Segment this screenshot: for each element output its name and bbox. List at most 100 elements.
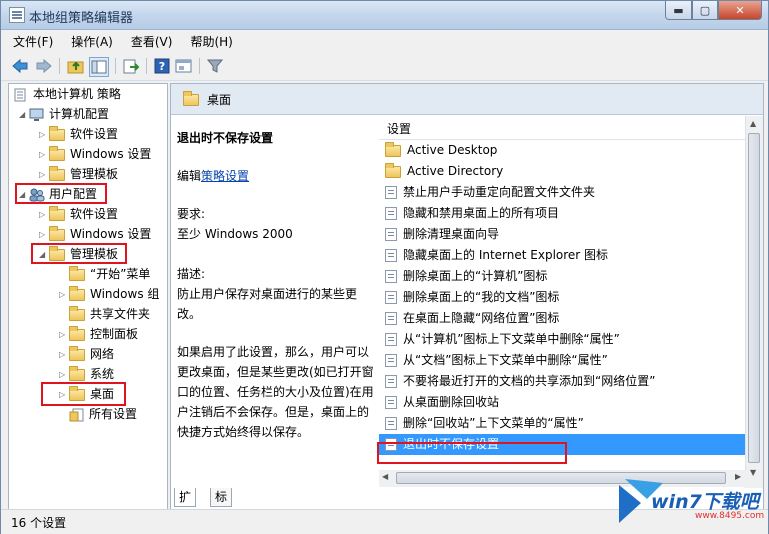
list-setting-item[interactable]: 禁止用户手动重定向配置文件文件夹 [379,182,745,203]
show-hide-tree-icon[interactable] [89,57,109,77]
list-setting-item[interactable]: 删除“回收站”上下文菜单的“属性” [379,413,745,434]
details-header: 桌面 [171,84,763,115]
list-setting-item[interactable]: 删除桌面上的“我的文档”图标 [379,287,745,308]
tree-system[interactable]: ▷ 系统 [59,364,114,384]
folder-icon [69,265,85,281]
column-header-settings[interactable]: 设置 [379,116,745,140]
tab-standard[interactable]: 标准 [210,488,233,522]
list-setting-item[interactable]: 在桌面上隐藏“网络位置”图标 [379,308,745,329]
tree-label: Windows 设置 [70,227,152,241]
tree-windows-components[interactable]: ▷ Windows 组 [59,284,159,304]
folder-icon [69,285,85,301]
properties-icon[interactable] [175,57,193,75]
list-setting-item[interactable]: 从“文档”图标上下文菜单中删除“属性” [379,350,745,371]
list-setting-item[interactable]: 隐藏桌面上的 Internet Explorer 图标 [379,245,745,266]
tree-network[interactable]: ▷ 网络 [59,344,114,364]
minimize-button[interactable]: ▬ [665,1,692,20]
list-item-label: 禁止用户手动重定向配置文件文件夹 [403,185,596,199]
tree-control-panel[interactable]: ▷ 控制面板 [59,324,138,344]
tree-uc-software[interactable]: ▷ 软件设置 [39,204,118,224]
menu-action[interactable]: 操作(A) [59,30,119,50]
svg-text:?: ? [159,60,165,73]
tab-extended[interactable]: 扩展 [174,488,197,522]
details-header-title: 桌面 [207,93,232,107]
list-item-label: 隐藏桌面上的 Internet Explorer 图标 [403,248,609,262]
expanded-arrow-icon[interactable]: ◢ [19,105,29,125]
policy-setting-icon [385,291,397,304]
collapsed-arrow-icon[interactable]: ▷ [59,285,69,305]
window: 本地组策略编辑器 ▬ ▢ ✕ 文件(F)操作(A)查看(V)帮助(H) ? [0,0,769,534]
status-text: 16 个设置 [11,516,67,530]
filter-icon[interactable] [206,57,224,75]
up-folder-icon[interactable] [67,57,85,75]
tree-cc-windows[interactable]: ▷ Windows 设置 [39,144,151,164]
policy-setting-icon [385,249,397,262]
back-arrow-icon[interactable] [11,57,29,75]
menu-file[interactable]: 文件(F) [1,30,59,50]
forward-arrow-icon[interactable] [35,57,53,75]
tree-all-settings[interactable]: 所有设置 [69,404,137,424]
vertical-scrollbar[interactable]: ▲ ▼ [745,116,763,488]
policy-setting-icon [385,396,397,409]
collapsed-arrow-icon[interactable]: ▷ [39,145,49,165]
tree-cc-admin[interactable]: ▷ 管理模板 [39,164,118,184]
policy-doc-icon [14,88,26,101]
edit-line: 编辑策略设置 [177,166,375,186]
list-setting-item[interactable]: 从桌面删除回收站 [379,392,745,413]
title-bar[interactable]: 本地组策略编辑器 ▬ ▢ ✕ [1,1,768,30]
collapsed-arrow-icon[interactable]: ▷ [39,165,49,185]
folder-icon [49,225,65,241]
list-setting-item[interactable]: 不要将最近打开的文档的共享添加到“网络位置” [379,371,745,392]
folder-icon [69,365,85,381]
list-setting-item[interactable]: 从“计算机”图标上下文菜单中删除“属性” [379,329,745,350]
vertical-scroll-thumb[interactable] [748,133,760,463]
tree-shared-folders[interactable]: 共享文件夹 [69,304,150,324]
scroll-left-icon[interactable]: ◀ [382,472,388,481]
tree-label: 所有设置 [89,407,138,421]
folder-icon [49,125,65,141]
list-item-label: 从“计算机”图标上下文菜单中删除“属性” [403,332,620,346]
tree-cc-software[interactable]: ▷ 软件设置 [39,124,118,144]
tree-root[interactable]: 本地计算机 策略 [13,84,121,104]
list-folder-item[interactable]: Active Desktop [379,140,745,161]
collapsed-arrow-icon[interactable]: ▷ [59,345,69,365]
tree-uc-windows[interactable]: ▷ Windows 设置 [39,224,151,244]
list-item-label: 删除桌面上的“我的文档”图标 [403,290,560,304]
collapsed-arrow-icon[interactable]: ▷ [39,205,49,225]
column-header-label: 设置 [387,122,412,136]
collapsed-arrow-icon[interactable]: ▷ [59,325,69,345]
app-icon [9,7,25,23]
tree-label: 管理模板 [70,167,119,181]
close-button[interactable]: ✕ [718,1,762,20]
edit-policy-link[interactable]: 策略设置 [201,169,249,183]
tree-computer-config[interactable]: ◢ 计算机配置 [19,104,109,124]
folder-icon [69,345,85,361]
list-setting-item[interactable]: 隐藏和禁用桌面上的所有项目 [379,203,745,224]
tree-label: “开始”菜单 [90,267,151,281]
policy-setting-icon [385,207,397,220]
folder-icon [69,305,85,321]
extended-description: 退出时不保存设置 编辑策略设置 要求: 至少 Windows 2000 描述: … [177,114,375,442]
menu-view[interactable]: 查看(V) [119,30,179,50]
list-item-label: 隐藏和禁用桌面上的所有项目 [403,206,560,220]
policy-setting-icon [385,270,397,283]
scroll-up-icon[interactable]: ▲ [750,119,756,128]
window-title: 本地组策略编辑器 [29,11,134,26]
watermark-logo: win7下载吧 www.8495.com [613,473,768,528]
tree-start-menu[interactable]: “开始”菜单 [69,264,150,284]
folder-icon [49,205,65,221]
policy-setting-icon [385,312,397,325]
tree-pane: 本地计算机 策略 ◢ 计算机配置 ▷ 软件设置 ▷ Windows 设置 ▷ 管理模板 … [8,83,168,511]
list-setting-item[interactable]: 删除清理桌面向导 [379,224,745,245]
collapsed-arrow-icon[interactable]: ▷ [39,125,49,145]
collapsed-arrow-icon[interactable]: ▷ [39,225,49,245]
export-list-icon[interactable] [122,57,140,75]
menu-help[interactable]: 帮助(H) [178,30,238,50]
list-item-label: 在桌面上隐藏“网络位置”图标 [403,311,560,325]
help-icon[interactable]: ? [153,57,171,75]
list-folder-item[interactable]: Active Directory [379,161,745,182]
setting-title: 退出时不保存设置 [177,131,274,145]
maximize-button[interactable]: ▢ [692,1,718,20]
list-setting-item[interactable]: 删除桌面上的“计算机”图标 [379,266,745,287]
list-item-label: 从“文档”图标上下文菜单中删除“属性” [403,353,608,367]
